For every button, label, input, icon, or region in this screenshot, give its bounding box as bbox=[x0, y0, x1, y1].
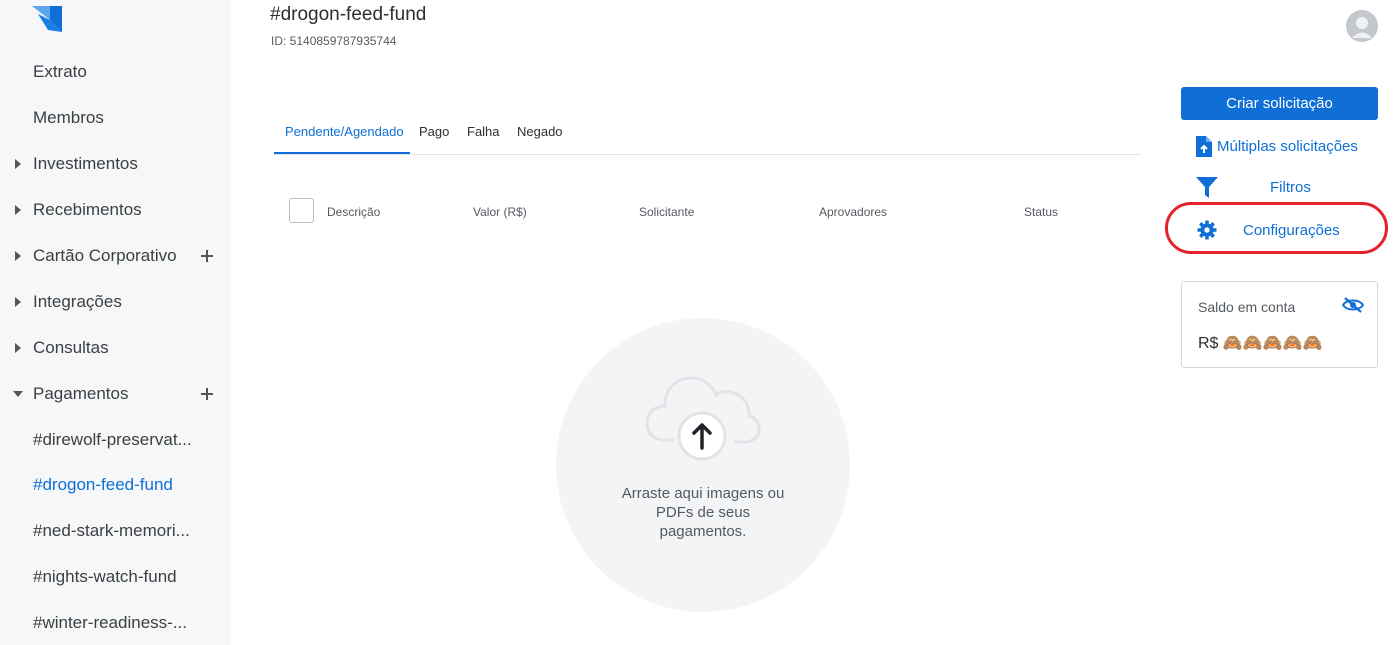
caret-right-icon bbox=[13, 158, 23, 170]
caret-right-icon bbox=[13, 250, 23, 262]
sidebar-item-label: #winter-readiness-... bbox=[33, 613, 188, 632]
filter-icon bbox=[1196, 177, 1218, 198]
settings-highlight-ring bbox=[1165, 202, 1388, 254]
column-header-status[interactable]: Status bbox=[1024, 205, 1058, 219]
sidebar-item-label: Recebimentos bbox=[33, 200, 142, 219]
balance-card: Saldo em conta R$ 🙈🙈🙈🙈🙈 bbox=[1181, 281, 1378, 368]
app-logo[interactable] bbox=[32, 0, 66, 34]
multiple-requests-label: Múltiplas solicitações bbox=[1217, 138, 1358, 155]
create-request-button[interactable]: Criar solicitação bbox=[1181, 87, 1378, 120]
active-tab-indicator bbox=[274, 152, 410, 154]
column-header-solicitante[interactable]: Solicitante bbox=[639, 205, 694, 219]
sidebar-item-label: Membros bbox=[33, 108, 104, 127]
sidebar-item-label: #drogon-feed-fund bbox=[33, 475, 173, 494]
plus-icon[interactable] bbox=[199, 386, 215, 402]
file-upload-icon bbox=[1196, 136, 1212, 157]
balance-title: Saldo em conta bbox=[1198, 299, 1296, 315]
tab-pendente-agendado[interactable]: Pendente/Agendado bbox=[285, 124, 404, 139]
caret-right-icon bbox=[13, 204, 23, 216]
caret-right-icon bbox=[13, 296, 23, 308]
sidebar-item-direwolf-preservation[interactable]: #direwolf-preservat... bbox=[0, 425, 230, 455]
sidebar-item-label: Cartão Corporativo bbox=[33, 246, 177, 265]
cloud-upload-icon bbox=[645, 376, 761, 461]
column-header-valor[interactable]: Valor (R$) bbox=[473, 205, 527, 219]
sidebar-item-investimentos[interactable]: Investimentos bbox=[0, 149, 230, 179]
sidebar-item-label: Consultas bbox=[33, 338, 109, 357]
sidebar-item-winter-readiness[interactable]: #winter-readiness-... bbox=[0, 608, 230, 638]
plus-icon[interactable] bbox=[199, 248, 215, 264]
sidebar-item-label: #direwolf-preservat... bbox=[33, 430, 192, 449]
masked-balance: 🙈🙈🙈🙈🙈 bbox=[1222, 335, 1323, 352]
sidebar-item-label: Extrato bbox=[33, 62, 87, 81]
workspace-id: ID: 5140859787935744 bbox=[271, 34, 397, 48]
sidebar-item-label: Investimentos bbox=[33, 154, 138, 173]
sidebar-item-cartao-corporativo[interactable]: Cartão Corporativo bbox=[0, 241, 230, 271]
sidebar-item-extrato[interactable]: Extrato bbox=[0, 57, 230, 87]
multiple-requests-link[interactable]: Múltiplas solicitações bbox=[1196, 136, 1358, 157]
sidebar-item-integracoes[interactable]: Integrações bbox=[0, 287, 230, 317]
avatar-icon bbox=[1346, 10, 1378, 42]
sidebar-item-pagamentos[interactable]: Pagamentos bbox=[0, 379, 230, 409]
sidebar-item-label: Integrações bbox=[33, 292, 122, 311]
tab-pago[interactable]: Pago bbox=[419, 124, 449, 139]
filters-label: Filtros bbox=[1270, 179, 1311, 196]
page-title: #drogon-feed-fund bbox=[270, 4, 427, 25]
sidebar-item-membros[interactable]: Membros bbox=[0, 103, 230, 133]
status-tabs: Pendente/Agendado Pago Falha Negado bbox=[274, 110, 1141, 155]
avatar[interactable] bbox=[1346, 10, 1378, 42]
tab-falha[interactable]: Falha bbox=[467, 124, 500, 139]
sidebar: Extrato Membros Investimentos Recebiment… bbox=[0, 0, 230, 645]
sidebar-item-label: #nights-watch-fund bbox=[33, 567, 177, 586]
caret-right-icon bbox=[13, 342, 23, 354]
upload-dropzone[interactable]: Arraste aqui imagens ou PDFs de seus pag… bbox=[556, 318, 850, 612]
column-header-descricao[interactable]: Descrição bbox=[327, 205, 380, 219]
sidebar-item-nights-watch-fund[interactable]: #nights-watch-fund bbox=[0, 562, 230, 592]
sidebar-item-label: Pagamentos bbox=[33, 384, 129, 403]
sidebar-item-ned-stark-memorial[interactable]: #ned-stark-memori... bbox=[0, 516, 230, 546]
currency-symbol: R$ bbox=[1198, 335, 1219, 352]
sidebar-item-drogon-feed-fund[interactable]: #drogon-feed-fund bbox=[0, 470, 230, 500]
filters-link[interactable]: Filtros bbox=[1196, 177, 1311, 198]
sidebar-item-recebimentos[interactable]: Recebimentos bbox=[0, 195, 230, 225]
tab-negado[interactable]: Negado bbox=[517, 124, 563, 139]
eye-slash-icon[interactable] bbox=[1341, 297, 1365, 318]
sidebar-item-label: #ned-stark-memori... bbox=[33, 521, 190, 540]
dropzone-hint: Arraste aqui imagens ou PDFs de seus pag… bbox=[621, 485, 785, 540]
sidebar-item-consultas[interactable]: Consultas bbox=[0, 333, 230, 363]
balance-value: R$ 🙈🙈🙈🙈🙈 bbox=[1198, 333, 1323, 353]
select-all-checkbox[interactable] bbox=[289, 198, 314, 223]
caret-down-icon bbox=[13, 388, 23, 400]
column-header-aprovadores[interactable]: Aprovadores bbox=[819, 205, 887, 219]
